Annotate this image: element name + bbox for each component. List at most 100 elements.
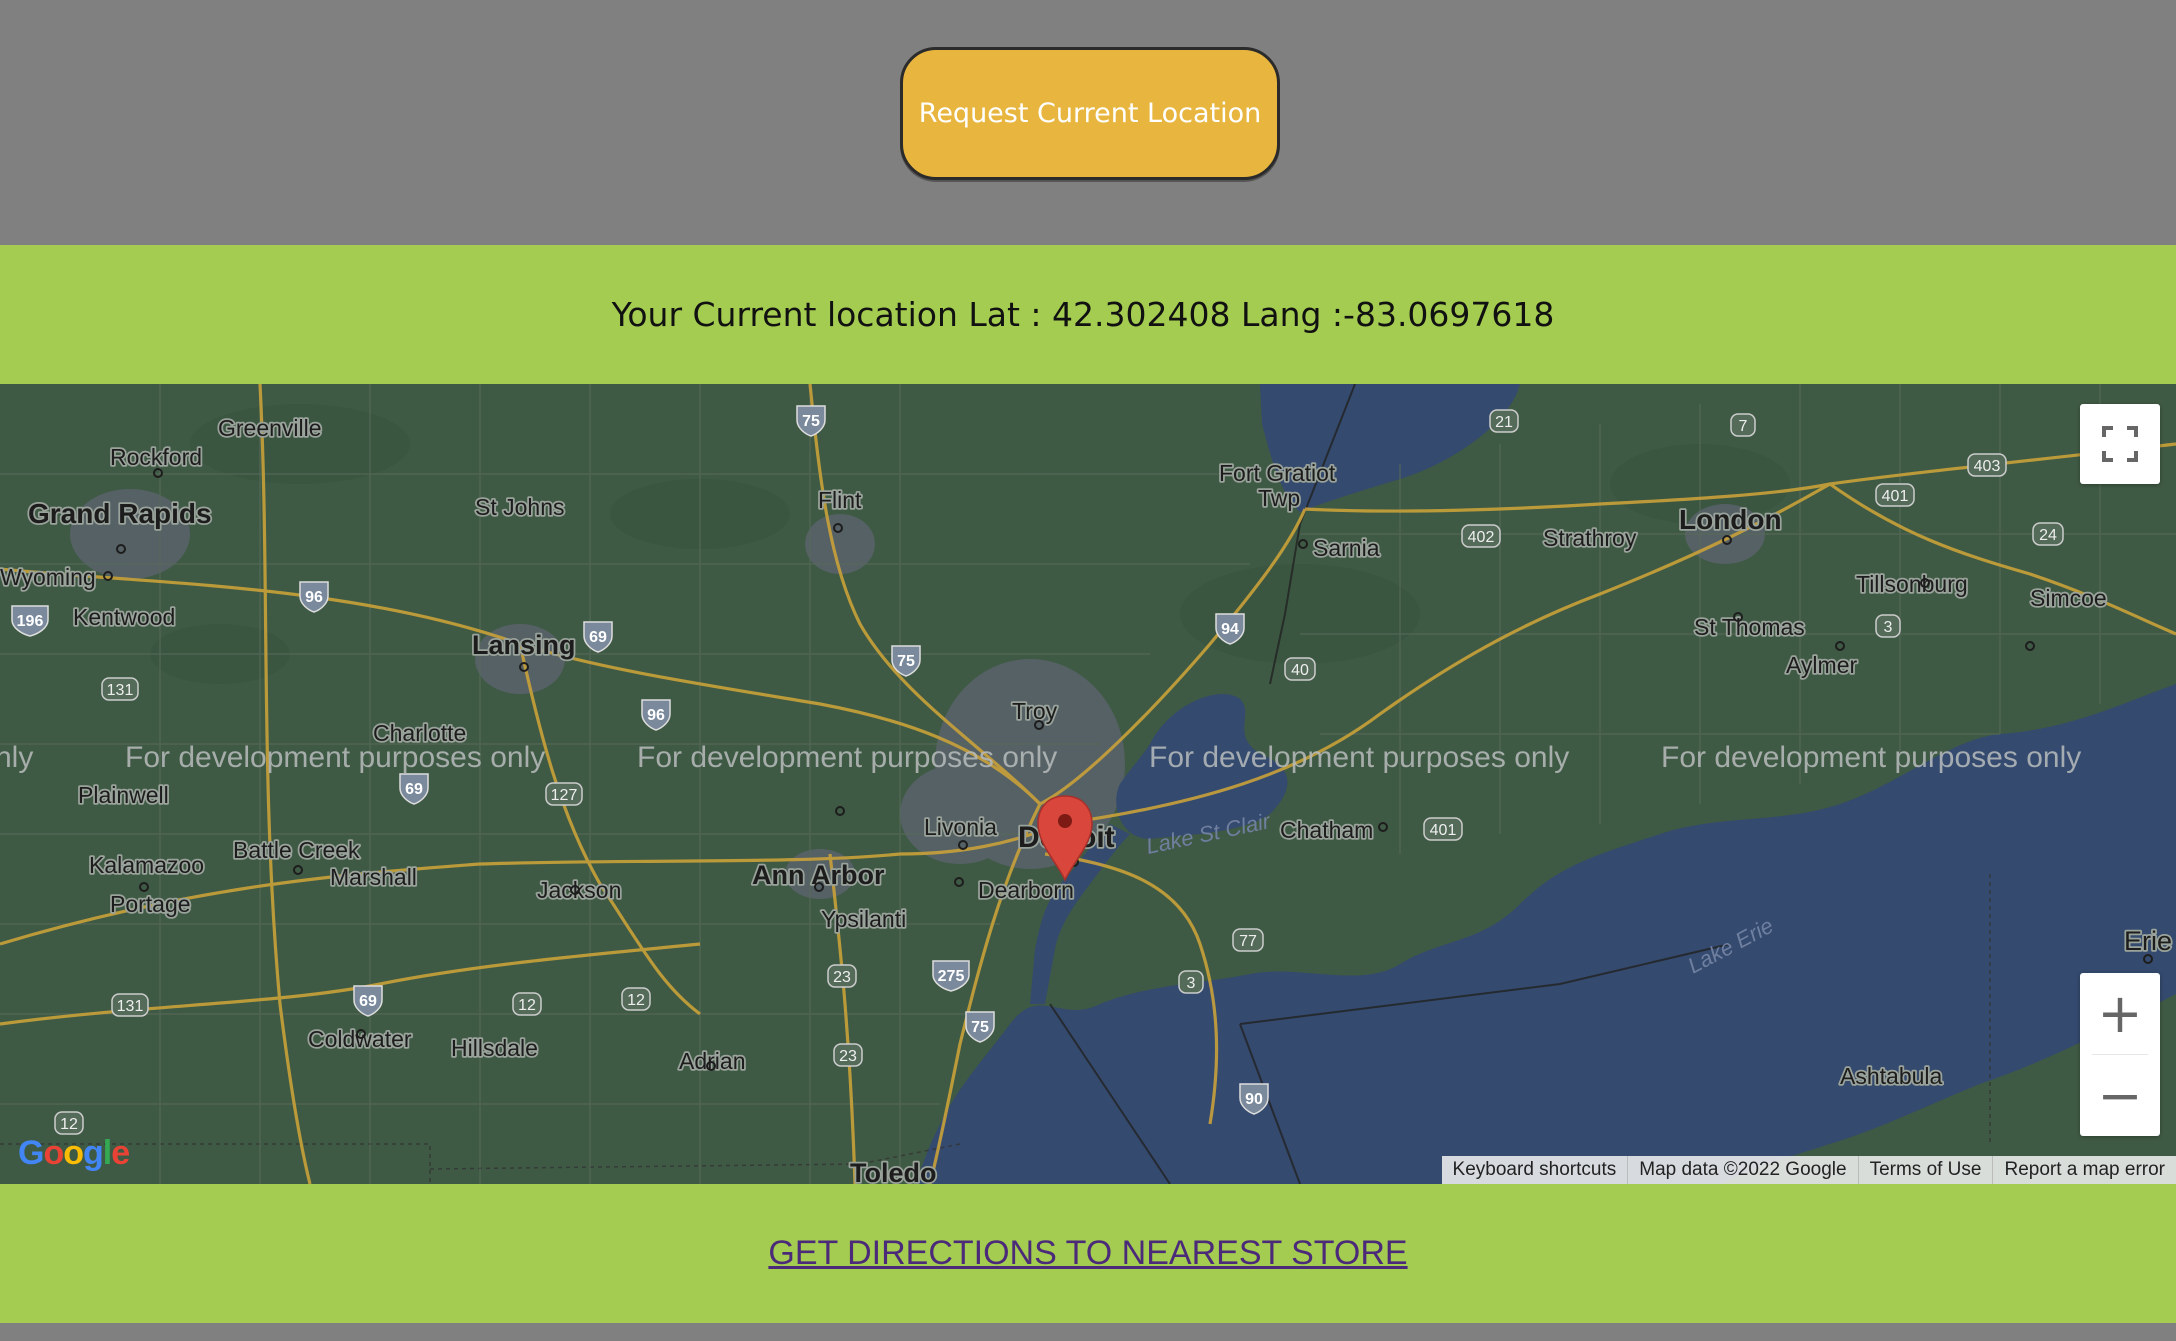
location-text: Your Current location Lat : 42.302408 La… [611, 295, 1555, 334]
highway-shield: 401 [1875, 483, 1915, 507]
highway-shield: 77 [1232, 928, 1264, 952]
city-label-charlotte: Charlotte [373, 720, 466, 746]
highway-shield: 21 [1489, 409, 1519, 433]
directions-band: GET DIRECTIONS TO NEAREST STORE [0, 1184, 2176, 1323]
highway-shield: 402 [1461, 524, 1501, 548]
city-label-greenville: Greenville [218, 415, 322, 441]
city-label-portage: Portage [110, 891, 191, 917]
map-watermark: For development purposes only [1661, 741, 2081, 774]
svg-text:21: 21 [1495, 414, 1513, 431]
svg-text:12: 12 [60, 1116, 78, 1133]
city-label-simcoe: Simcoe [2030, 585, 2107, 611]
city-label-twp: Twp [1258, 485, 1300, 511]
svg-text:3: 3 [1187, 975, 1196, 992]
highway-shield: 3 [1875, 614, 1901, 638]
map-watermark: For development purposes only [1149, 741, 1569, 774]
city-label-plainwell: Plainwell [78, 782, 169, 808]
highway-shield: 12 [621, 987, 651, 1011]
city-label-london: London [1679, 504, 1782, 535]
svg-text:69: 69 [405, 781, 423, 798]
request-location-button[interactable]: Request Current Location [900, 47, 1280, 180]
google-logo: Google [18, 1134, 130, 1172]
highway-shield: 23 [827, 964, 857, 988]
svg-text:94: 94 [1221, 621, 1239, 638]
fullscreen-button[interactable] [2080, 404, 2160, 484]
svg-text:23: 23 [839, 1048, 857, 1065]
keyboard-shortcuts-link[interactable]: Keyboard shortcuts [1442, 1156, 1628, 1184]
city-label-sarnia: Sarnia [1313, 535, 1380, 561]
city-label-marshall: Marshall [330, 864, 417, 890]
svg-text:77: 77 [1239, 933, 1257, 950]
svg-text:401: 401 [1882, 488, 1909, 505]
city-label-st-johns: St Johns [475, 494, 565, 520]
city-label-troy: Troy [1012, 698, 1058, 724]
svg-text:69: 69 [589, 629, 607, 646]
highway-shield: 40 [1284, 657, 1316, 681]
map-watermark: For development purposes only [637, 741, 1057, 774]
city-label-kalamazoo: Kalamazoo [89, 852, 204, 878]
highway-shield: 12 [54, 1111, 84, 1135]
svg-text:40: 40 [1291, 662, 1309, 679]
svg-text:127: 127 [551, 787, 578, 804]
svg-text:75: 75 [897, 653, 915, 670]
map-attribution: Keyboard shortcuts Map data ©2022 Google… [1441, 1156, 2176, 1184]
top-bar: Request Current Location [0, 0, 2176, 245]
terms-of-use-link[interactable]: Terms of Use [1857, 1156, 1993, 1184]
city-label-st-thomas: St Thomas [1694, 614, 1805, 640]
svg-text:24: 24 [2039, 527, 2057, 544]
svg-text:12: 12 [627, 992, 645, 1009]
svg-text:131: 131 [117, 998, 144, 1015]
svg-text:131: 131 [107, 682, 134, 699]
svg-text:96: 96 [305, 589, 323, 606]
get-directions-link[interactable]: GET DIRECTIONS TO NEAREST STORE [768, 1234, 1407, 1273]
highway-shield: 131 [101, 677, 139, 701]
highway-shield: 23 [833, 1043, 863, 1067]
city-label-toledo: Toledo [850, 1158, 936, 1184]
city-label-ypsilanti: Ypsilanti [821, 906, 906, 932]
city-label-dearborn: Dearborn [978, 877, 1074, 903]
zoom-in-button[interactable]: + [2080, 973, 2160, 1054]
city-label-flint: Flint [818, 487, 862, 513]
city-label-ann-arbor: Ann Arbor [752, 860, 885, 890]
city-label-hillsdale: Hillsdale [451, 1035, 538, 1061]
city-label-erie: Erie [2124, 926, 2172, 956]
city-label-battle-creek: Battle Creek [233, 837, 360, 863]
location-band: Your Current location Lat : 42.302408 La… [0, 245, 2176, 384]
highway-shield: 131 [111, 993, 149, 1017]
map-watermark-partial: nly [0, 741, 33, 774]
zoom-control: + − [2080, 973, 2160, 1136]
map-watermark: For development purposes only [125, 741, 545, 774]
svg-text:12: 12 [518, 997, 536, 1014]
city-label-chatham: Chatham [1280, 817, 1373, 843]
city-label-tillsonburg: Tillsonburg [1856, 571, 1968, 597]
fullscreen-icon [2102, 426, 2138, 462]
city-label-wyoming: Wyoming [0, 564, 96, 590]
city-label-rockford: Rockford [110, 444, 202, 470]
city-label-grand-rapids: Grand Rapids [28, 498, 212, 529]
svg-text:402: 402 [1468, 529, 1495, 546]
highway-shield: 127 [545, 782, 583, 806]
zoom-out-button[interactable]: − [2080, 1055, 2160, 1136]
svg-text:75: 75 [802, 413, 820, 430]
svg-text:275: 275 [938, 968, 965, 985]
city-label-livonia: Livonia [924, 814, 997, 840]
highway-shield: 7 [1730, 413, 1756, 437]
city-label-ashtabula: Ashtabula [1840, 1063, 1943, 1089]
report-map-error-link[interactable]: Report a map error [1992, 1156, 2176, 1184]
highway-shield: 24 [2032, 522, 2064, 546]
svg-text:403: 403 [1974, 458, 2001, 475]
highway-shield: 12 [512, 992, 542, 1016]
map-canvas[interactable]: nly For development purposes only For de… [0, 384, 2176, 1184]
map-data-credit: Map data ©2022 Google [1627, 1156, 1857, 1184]
highway-shield: 403 [1967, 453, 2007, 477]
svg-text:69: 69 [359, 993, 377, 1010]
svg-text:401: 401 [1430, 822, 1457, 839]
highway-shield: 3 [1178, 970, 1204, 994]
highway-shield: 401 [1423, 817, 1463, 841]
city-label-kentwood: Kentwood [73, 604, 175, 630]
map[interactable]: nly For development purposes only For de… [0, 384, 2176, 1184]
city-label-strathroy: Strathroy [1543, 525, 1637, 551]
svg-text:75: 75 [971, 1019, 989, 1036]
svg-text:3: 3 [1884, 619, 1893, 636]
svg-text:196: 196 [17, 613, 44, 630]
